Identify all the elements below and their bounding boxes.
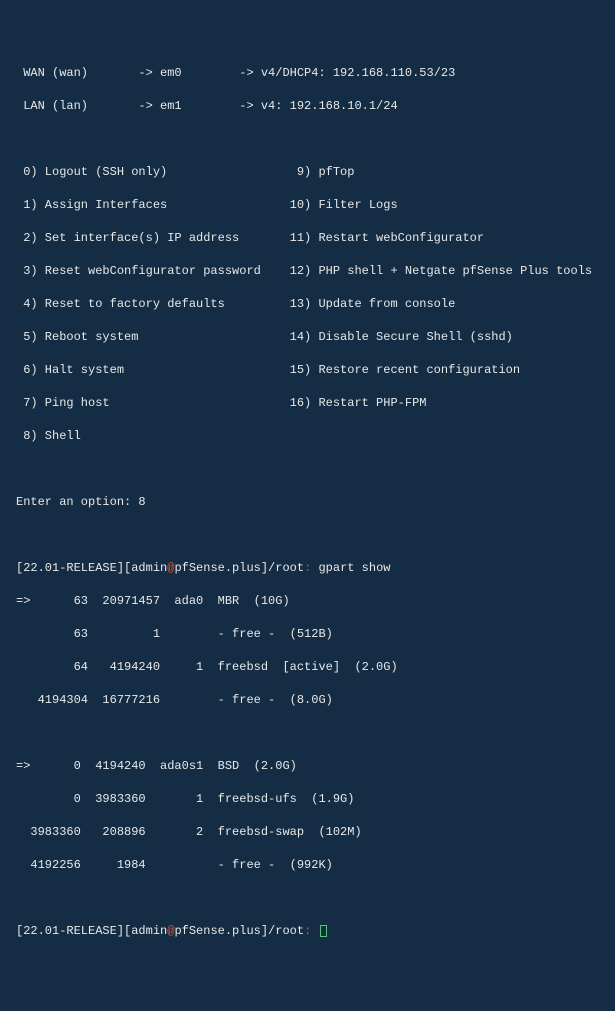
- shell-prompt-2[interactable]: [22.01-RELEASE][admin@pfSense.plus]/root…: [16, 922, 599, 941]
- ps1-post: pfSense.plus]/root: [174, 561, 304, 575]
- option-prompt: Enter an option: 8: [16, 493, 599, 512]
- gpart-line-8: 4192256 1984 - free - (992K): [16, 856, 599, 875]
- menu-row-0: 0) Logout (SSH only) 9) pfTop: [16, 163, 599, 182]
- blank: [16, 130, 599, 149]
- gpart-line-7: 3983360 208896 2 freebsd-swap (102M): [16, 823, 599, 842]
- menu-row-6: 6) Halt system 15) Restore recent config…: [16, 361, 599, 380]
- menu-row-5: 5) Reboot system 14) Disable Secure Shel…: [16, 328, 599, 347]
- interface-lan: LAN (lan) -> em1 -> v4: 192.168.10.1/24: [16, 97, 599, 116]
- blank: [16, 724, 599, 743]
- blank: [16, 889, 599, 908]
- interface-wan: WAN (wan) -> em0 -> v4/DHCP4: 192.168.11…: [16, 64, 599, 83]
- ps1-command: gpart show: [318, 561, 390, 575]
- ps2-pre: [22.01-RELEASE][admin: [16, 924, 167, 938]
- menu-row-1: 1) Assign Interfaces 10) Filter Logs: [16, 196, 599, 215]
- gpart-line-1: => 63 20971457 ada0 MBR (10G): [16, 592, 599, 611]
- ps1-colon: :: [304, 561, 318, 575]
- gpart-line-4: 4194304 16777216 - free - (8.0G): [16, 691, 599, 710]
- menu-row-3: 3) Reset webConfigurator password 12) PH…: [16, 262, 599, 281]
- menu-row-8: 8) Shell: [16, 427, 599, 446]
- ps1-pre: [22.01-RELEASE][admin: [16, 561, 167, 575]
- menu-row-2: 2) Set interface(s) IP address 11) Resta…: [16, 229, 599, 248]
- at-sign: @: [167, 924, 174, 938]
- gpart-line-5: => 0 4194240 ada0s1 BSD (2.0G): [16, 757, 599, 776]
- gpart-line-3: 64 4194240 1 freebsd [active] (2.0G): [16, 658, 599, 677]
- blank: [16, 460, 599, 479]
- menu-row-7: 7) Ping host 16) Restart PHP-FPM: [16, 394, 599, 413]
- blank: [16, 526, 599, 545]
- ps2-colon: :: [304, 924, 318, 938]
- terminal-cursor[interactable]: [320, 925, 327, 937]
- at-sign: @: [167, 561, 174, 575]
- menu-row-4: 4) Reset to factory defaults 13) Update …: [16, 295, 599, 314]
- gpart-line-2: 63 1 - free - (512B): [16, 625, 599, 644]
- ps2-post: pfSense.plus]/root: [174, 924, 304, 938]
- shell-prompt-1: [22.01-RELEASE][admin@pfSense.plus]/root…: [16, 559, 599, 578]
- gpart-line-6: 0 3983360 1 freebsd-ufs (1.9G): [16, 790, 599, 809]
